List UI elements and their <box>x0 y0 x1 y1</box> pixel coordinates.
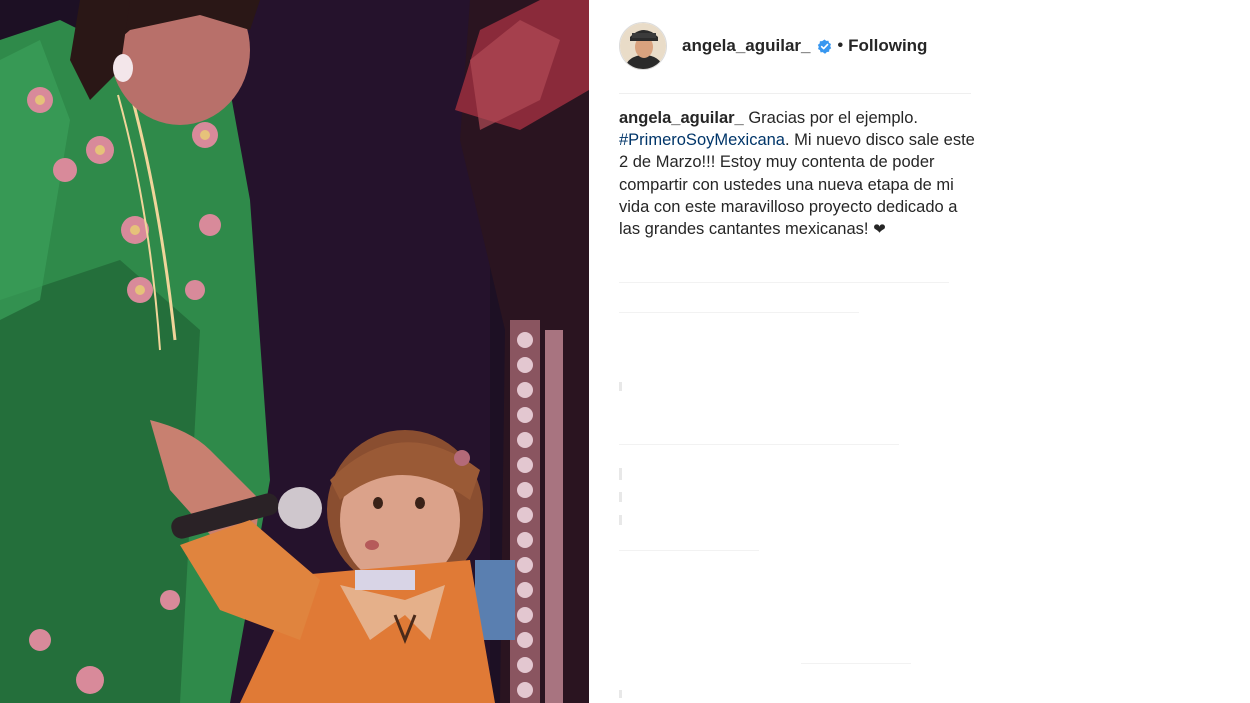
faded-comment-line <box>801 663 911 664</box>
post-username[interactable]: angela_aguilar_ <box>682 36 811 56</box>
faded-comment-mark <box>619 492 622 502</box>
faded-comment-mark <box>619 382 622 391</box>
hashtag-link[interactable]: #PrimeroSoyMexicana <box>619 131 785 149</box>
post-caption: angela_aguilar_ Gracias por el ejemplo. … <box>619 107 979 241</box>
faded-comment-mark <box>619 468 622 480</box>
post-photo[interactable] <box>0 0 589 703</box>
faded-comment-mark <box>619 690 622 698</box>
avatar[interactable] <box>619 22 667 70</box>
header-divider <box>619 93 971 94</box>
avatar-image <box>620 23 666 69</box>
verified-badge-icon <box>817 38 831 54</box>
heart-emoji: ❤ <box>873 221 886 239</box>
caption-username[interactable]: angela_aguilar_ <box>619 109 744 127</box>
faded-comment-mark <box>619 515 622 525</box>
faded-comment-line <box>619 282 949 283</box>
caption-text-part1: Gracias por el ejemplo. <box>743 109 918 127</box>
faded-comment-line <box>619 312 859 313</box>
faded-comment-line <box>619 444 899 445</box>
post-details-panel: angela_aguilar_ • Following angela_aguil… <box>589 0 1250 703</box>
faded-comment-line <box>619 550 759 551</box>
post-header: angela_aguilar_ • Following <box>619 20 971 72</box>
post-photo-illustration <box>0 0 589 703</box>
following-button[interactable]: Following <box>848 36 927 56</box>
separator-dot: • <box>837 37 844 54</box>
